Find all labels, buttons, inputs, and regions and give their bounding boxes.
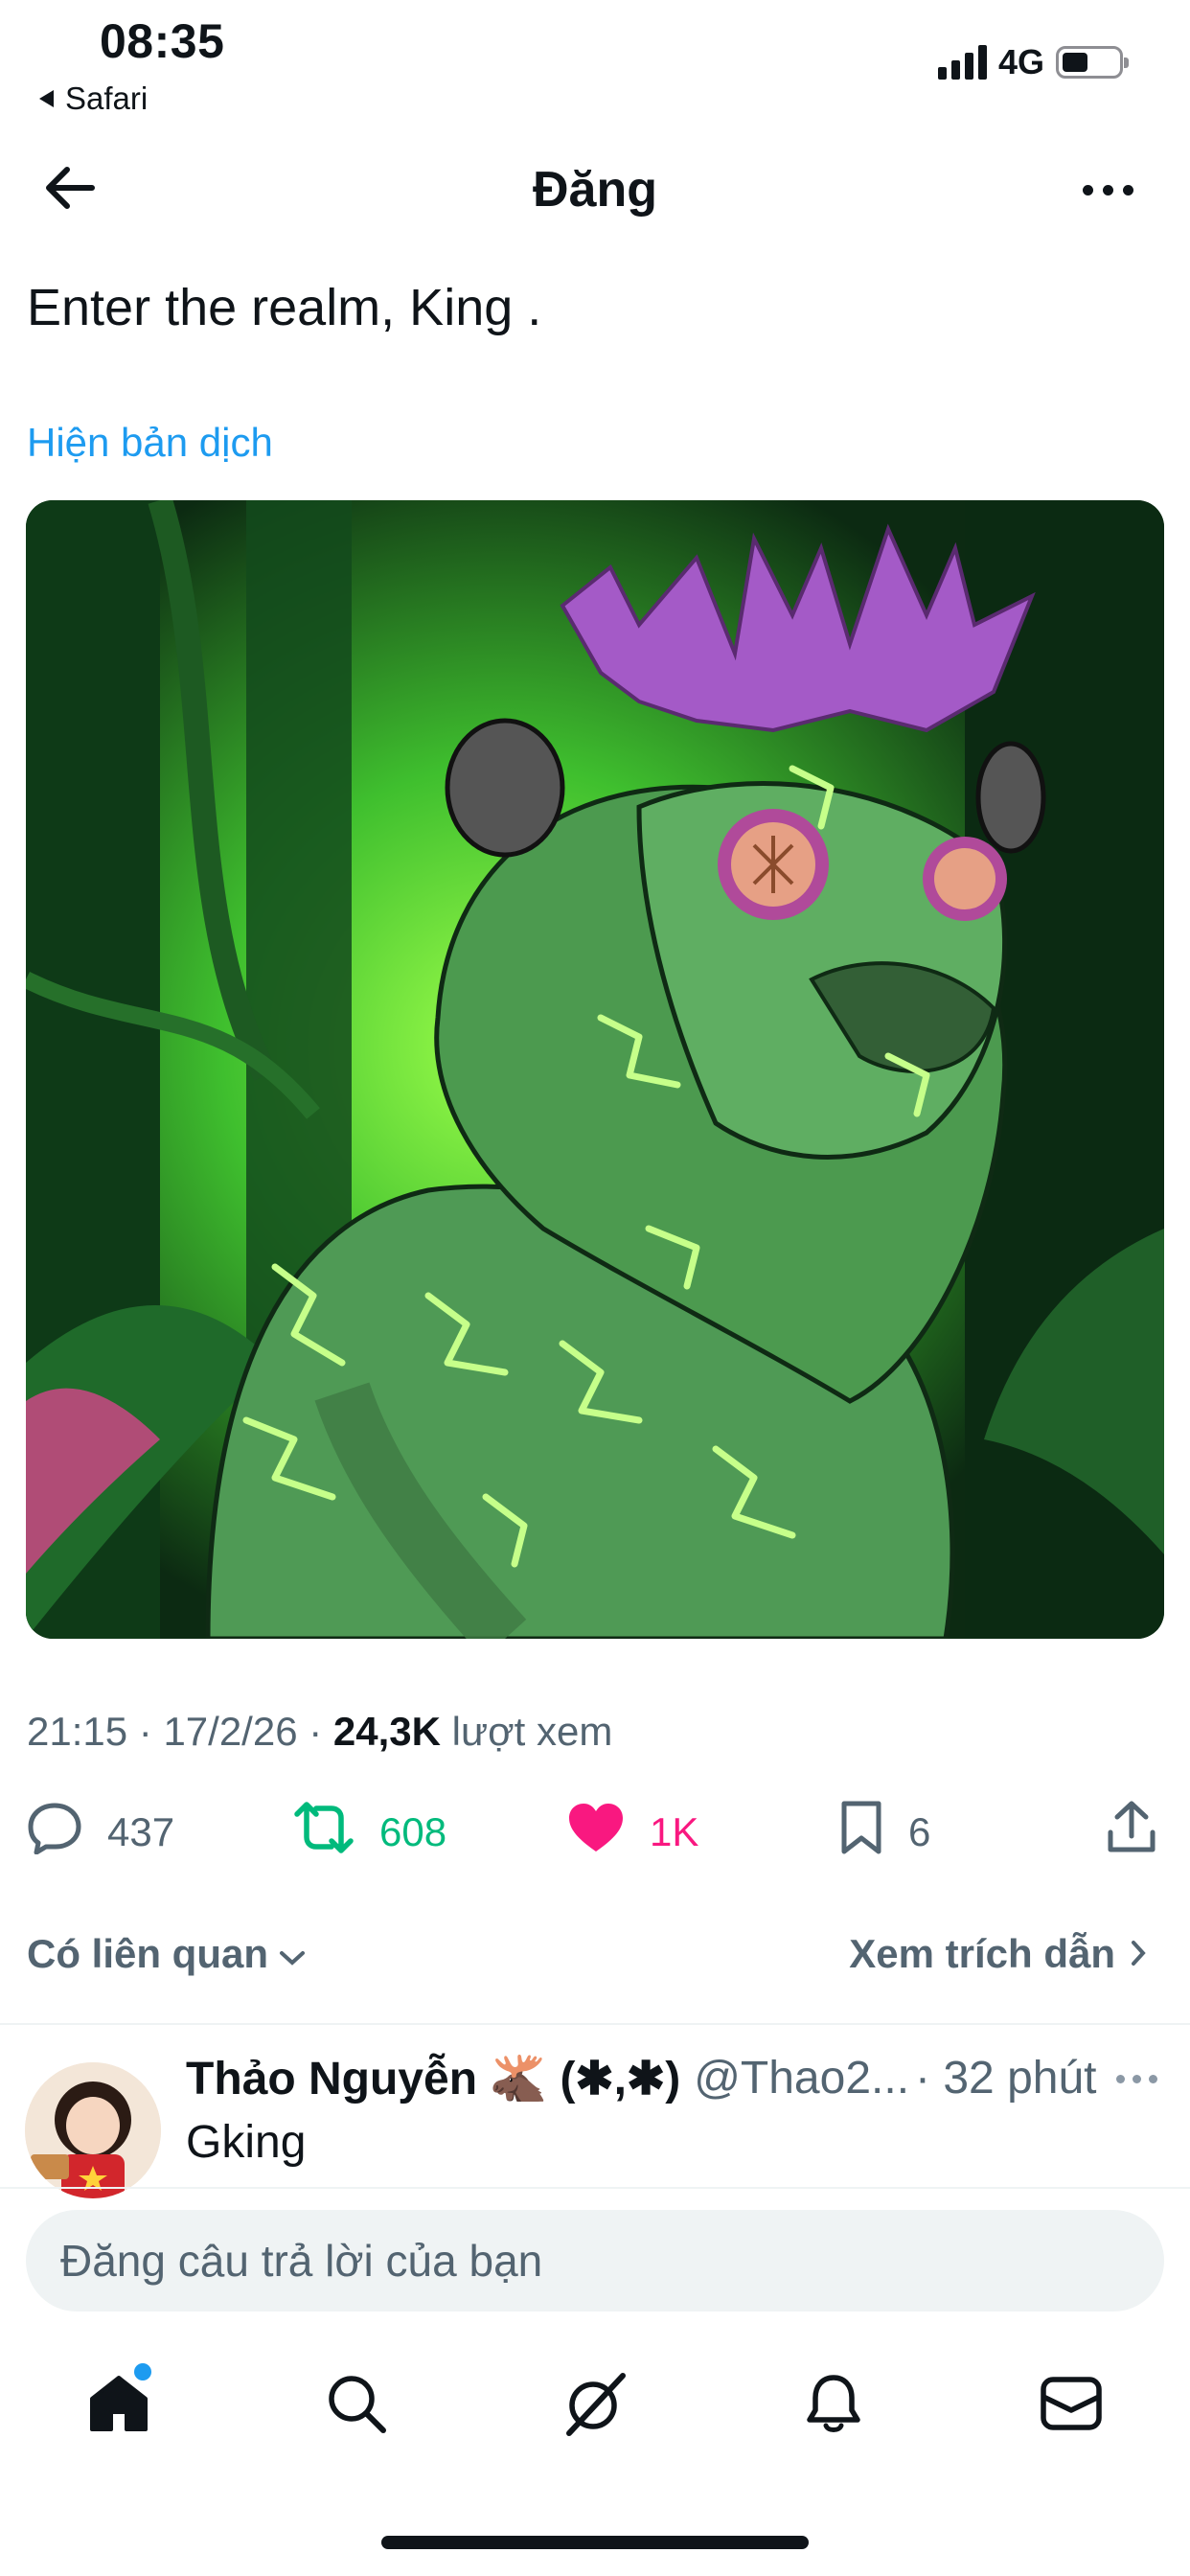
notifications-icon [805,2372,862,2440]
more-dot-icon [1122,184,1133,196]
post-date: 17/2/26 [163,1709,298,1754]
tab-messages[interactable] [1033,2367,1110,2444]
chevron-down-icon [278,1931,307,1977]
avatar[interactable] [25,2062,161,2198]
more-dot-icon [1082,184,1093,196]
chevron-right-icon [1129,1931,1148,1977]
repost-button[interactable]: 608 [293,1802,446,1863]
more-options-button[interactable] [1069,161,1146,218]
repost-count: 608 [379,1809,447,1854]
tab-home[interactable] [80,2363,157,2444]
signal-icon [937,45,987,80]
reply-button[interactable]: 437 [27,1802,174,1863]
lion-artwork [26,500,1164,1639]
reply-more-button[interactable] [1116,2075,1157,2083]
page-title: Đăng [533,162,657,218]
back-app-label: Safari [65,80,149,116]
more-dot-icon [1102,184,1113,196]
reply-text: Gking [186,2117,307,2168]
bookmark-icon [839,1800,883,1865]
tab-grok[interactable] [557,2367,633,2444]
back-to-app[interactable]: Safari [36,80,148,117]
back-triangle-icon [36,80,56,117]
repost-icon [293,1801,355,1864]
post-media-image[interactable] [26,500,1164,1639]
notification-dot [134,2363,151,2380]
quotes-label: Xem trích dẫn [849,1931,1115,1976]
view-quotes-button[interactable]: Xem trích dẫn [849,1931,1148,1977]
views-label: lượt xem [451,1709,613,1754]
grok-icon [561,2370,629,2442]
related-label: Có liên quan [27,1931,268,1976]
reply-count: 437 [107,1809,175,1854]
heart-filled-icon [567,1802,625,1863]
more-dot-icon [1116,2075,1125,2083]
share-icon [1106,1800,1157,1865]
reply-author-name[interactable]: Thảo Nguyễn 🫎 (✱,✱) [186,2051,680,2105]
view-count: 24,3K [332,1709,441,1754]
reply-header: Thảo Nguyễn 🫎 (✱,✱) @Thao2... · 32 phút [186,2051,1097,2105]
home-indicator [381,2536,809,2549]
bookmark-count: 6 [908,1809,931,1854]
reply-composer-input[interactable]: Đăng câu trả lời của bạn [26,2210,1164,2312]
network-type: 4G [997,42,1044,81]
divider [0,2187,1190,2189]
reply-icon [27,1801,82,1864]
post-time: 21:15 [27,1709,128,1754]
divider [0,2023,1190,2025]
battery-icon [1056,46,1129,79]
post-meta: 21:15 · 17/2/26 · 24,3K lượt xem [27,1709,613,1754]
bottom-tab-bar [0,2363,1190,2444]
arrow-left-icon [42,165,96,216]
back-button[interactable] [38,159,100,220]
messages-icon [1040,2376,1103,2436]
more-dot-icon [1133,2075,1141,2083]
reply-author-handle: @Thao2... [694,2053,910,2104]
bookmark-button[interactable]: 6 [839,1800,931,1865]
translate-link[interactable]: Hiện bản dịch [27,420,273,466]
reply-time: · 32 phút [915,2053,1097,2104]
home-icon [88,2374,149,2438]
status-indicators: 4G [937,42,1129,82]
tab-search[interactable] [318,2367,395,2444]
post-text: Enter the realm, King . [27,279,542,336]
like-count: 1K [650,1809,699,1854]
related-filter-button[interactable]: Có liên quan [27,1931,307,1977]
status-time: 08:35 [100,14,225,68]
share-button[interactable] [1106,1800,1157,1865]
search-icon [326,2373,387,2439]
more-dot-icon [1149,2075,1157,2083]
tab-notifications[interactable] [795,2367,872,2444]
like-button[interactable]: 1K [567,1802,698,1863]
